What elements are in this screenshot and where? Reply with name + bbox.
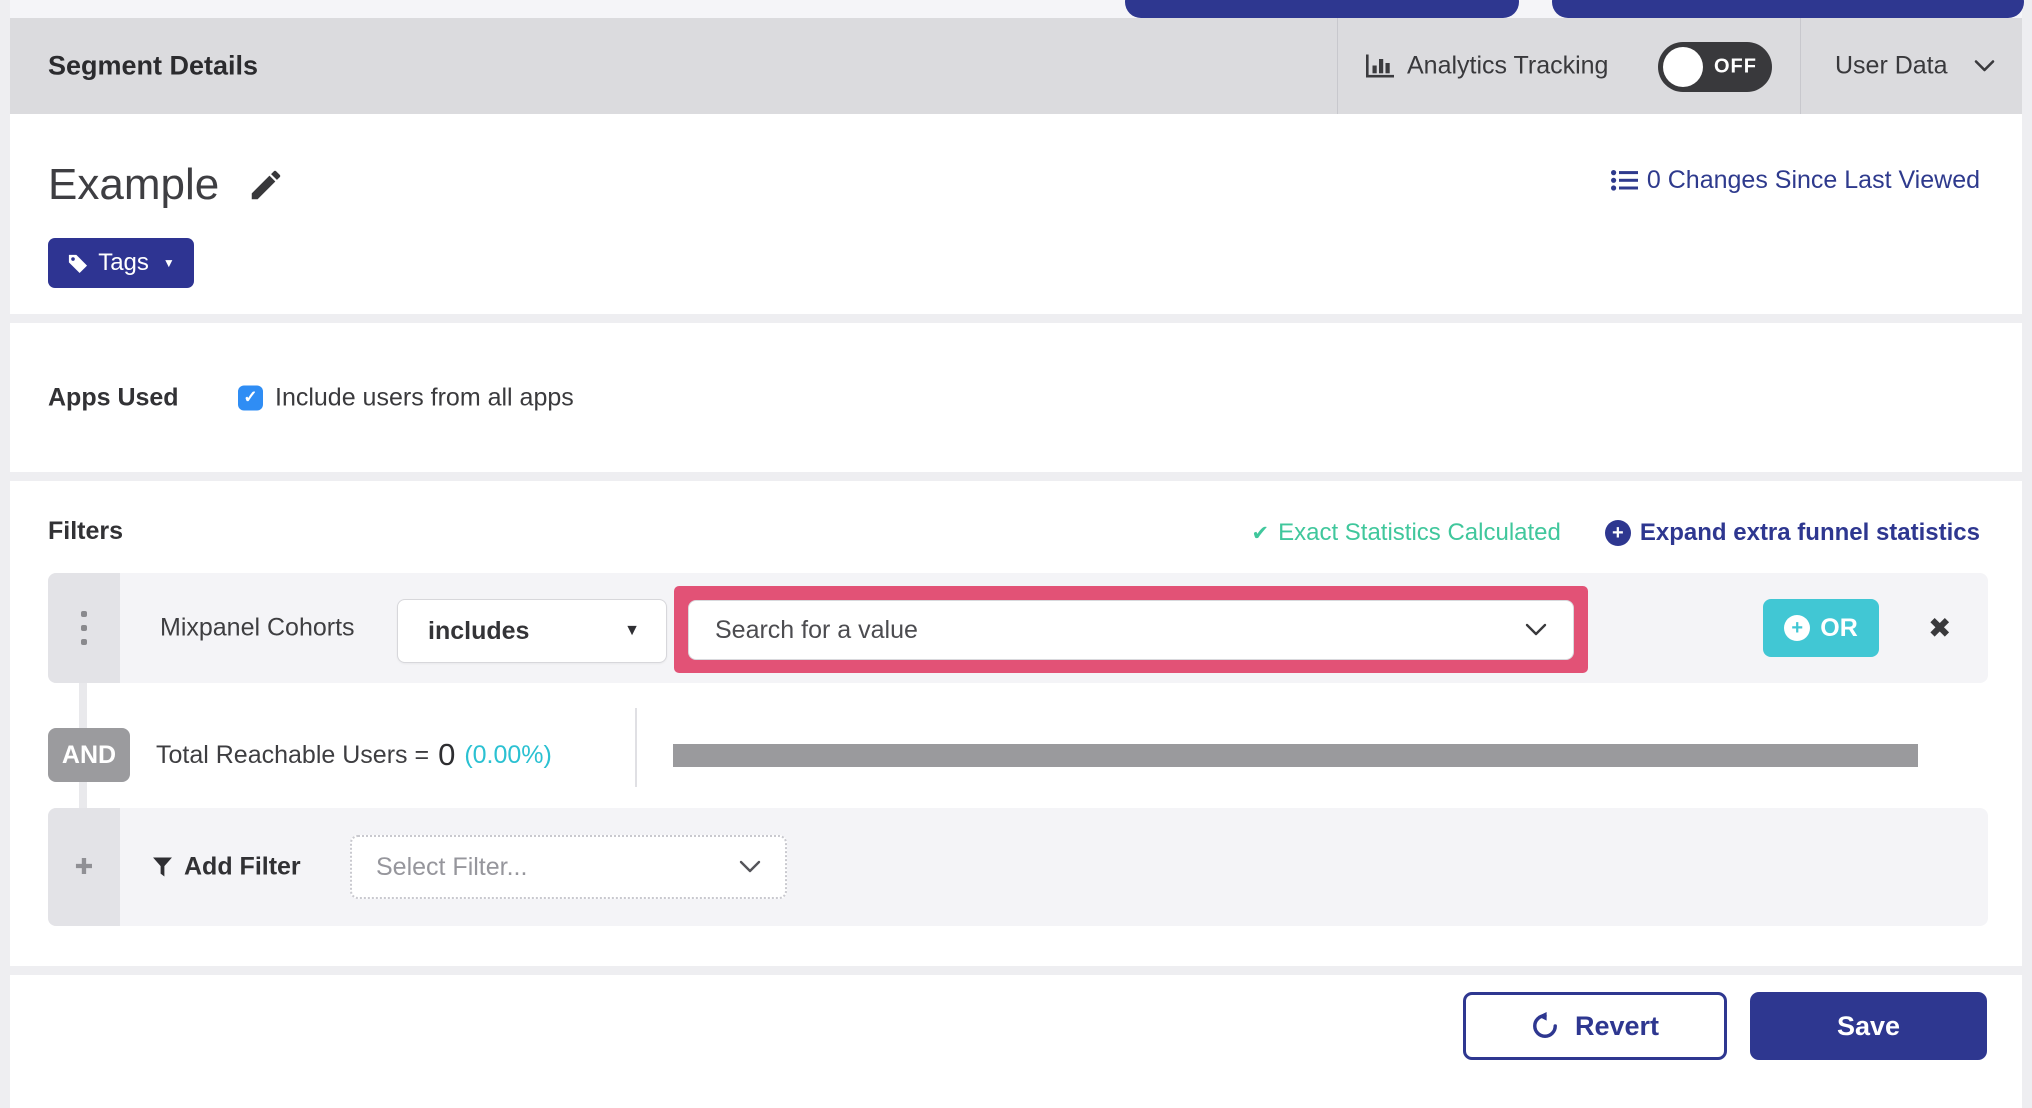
segment-name-row: Example	[48, 160, 285, 210]
edit-pencil-icon[interactable]	[247, 166, 285, 204]
segment-name: Example	[48, 160, 220, 209]
revert-button-label: Revert	[1574, 1010, 1660, 1041]
operator-value: includes	[428, 616, 530, 645]
filter-field-label: Mixpanel Cohorts	[160, 613, 355, 642]
checkmark-icon: ✓	[243, 387, 258, 407]
tags-button-label: Tags	[98, 249, 149, 276]
funnel-filter-icon	[152, 857, 173, 878]
caret-down-icon: ▼	[162, 256, 175, 270]
drag-handle[interactable]	[48, 573, 120, 683]
select-filter-dropdown[interactable]: Select Filter...	[350, 835, 787, 899]
apps-used-label: Apps Used	[48, 383, 179, 411]
header-bar: Segment Details Analytics Tracking OFF U…	[10, 18, 2022, 114]
revert-button[interactable]: Revert	[1463, 992, 1727, 1060]
footer-bar: Revert Save	[10, 975, 2022, 1108]
close-icon: ✖	[1928, 612, 1952, 644]
select-filter-placeholder: Select Filter...	[376, 852, 528, 881]
user-data-dropdown[interactable]: User Data	[1835, 52, 1995, 81]
apps-used-card: Apps Used ✓ Include users from all apps	[10, 323, 2022, 472]
segment-title-card: Example 0 Changes Since Last Viewed Tags…	[10, 114, 2022, 314]
segment-details-page: Segment Details Analytics Tracking OFF U…	[0, 0, 2032, 1108]
filters-heading: Filters	[48, 517, 124, 545]
analytics-tracking-group: Analytics Tracking	[1366, 52, 1608, 81]
include-all-apps-checkbox[interactable]: ✓	[238, 385, 263, 410]
change-list-icon	[1610, 169, 1638, 192]
total-reachable-users: Total Reachable Users = 0 (0.00%)	[156, 737, 552, 773]
remove-filter-button[interactable]: ✖	[1928, 612, 1951, 645]
and-label: AND	[61, 740, 117, 769]
save-button-label: Save	[1836, 1010, 1901, 1041]
drag-dot-icon	[81, 639, 87, 645]
drag-dot-icon	[81, 611, 87, 617]
save-button[interactable]: Save	[1750, 992, 1987, 1060]
exact-statistics-label: Exact Statistics Calculated	[1278, 519, 1561, 546]
filters-status-links: ✔ Exact Statistics Calculated + Expand e…	[1251, 519, 1980, 547]
expand-funnel-label: Expand extra funnel statistics	[1639, 519, 1980, 546]
chevron-down-icon	[1525, 623, 1547, 637]
plus-circle-icon: +	[1604, 520, 1631, 546]
analytics-tracking-label: Analytics Tracking	[1407, 51, 1609, 80]
add-condition-button[interactable]: ✚	[48, 808, 120, 926]
toggle-knob	[1663, 47, 1703, 87]
filter-row: Mixpanel Cohorts includes ▼ Search for a…	[48, 573, 1988, 683]
tag-icon	[67, 253, 88, 274]
changes-since-last-viewed-link[interactable]: 0 Changes Since Last Viewed	[1610, 166, 1980, 195]
reachable-value: 0	[438, 737, 456, 772]
chevron-down-icon	[1974, 60, 1995, 73]
add-filter-label: Add Filter	[184, 852, 301, 881]
highlight-outline: Search for a value	[674, 586, 1588, 673]
reachable-label: Total Reachable Users =	[156, 740, 430, 769]
value-search-select[interactable]: Search for a value	[688, 600, 1574, 660]
page-title: Segment Details	[48, 50, 259, 81]
and-conjunction-badge: AND	[48, 728, 130, 782]
expand-funnel-statistics-link[interactable]: + Expand extra funnel statistics	[1604, 519, 1980, 547]
vertical-divider	[635, 708, 637, 787]
value-select-placeholder: Search for a value	[715, 615, 918, 644]
add-filter-row: ✚ Add Filter Select Filter...	[48, 808, 1988, 926]
drag-dot-icon	[81, 625, 87, 631]
bar-chart-icon	[1366, 53, 1396, 79]
add-or-condition-button[interactable]: + OR	[1763, 599, 1879, 657]
include-all-apps-label: Include users from all apps	[275, 383, 574, 411]
check-icon: ✔	[1251, 521, 1270, 545]
plus-icon: ✚	[74, 854, 94, 879]
or-button-label: OR	[1820, 613, 1858, 642]
exact-statistics-status: ✔ Exact Statistics Calculated	[1251, 519, 1560, 547]
revert-undo-icon	[1531, 1012, 1559, 1040]
changes-link-label: 0 Changes Since Last Viewed	[1646, 166, 1980, 194]
header-divider	[1800, 18, 1801, 114]
filters-card: Filters ✔ Exact Statistics Calculated + …	[10, 481, 2022, 966]
add-filter-group: Add Filter	[152, 853, 301, 882]
clipped-top-button-right[interactable]	[1552, 0, 2024, 18]
toggle-state-label: OFF	[1714, 55, 1757, 78]
header-divider	[1337, 18, 1338, 114]
reachable-users-progress-bar	[673, 744, 1918, 767]
chevron-down-icon	[739, 860, 761, 874]
caret-down-icon: ▼	[624, 622, 640, 639]
apps-used-row: Apps Used ✓ Include users from all apps	[48, 383, 574, 412]
tags-button[interactable]: Tags ▼	[48, 238, 194, 288]
plus-circle-icon: +	[1784, 615, 1811, 641]
analytics-tracking-toggle[interactable]: OFF	[1658, 42, 1772, 92]
operator-select[interactable]: includes ▼	[397, 599, 667, 663]
user-data-label: User Data	[1835, 51, 1948, 80]
clipped-top-button-left[interactable]	[1125, 0, 1519, 18]
reachable-percent: (0.00%)	[464, 740, 552, 769]
